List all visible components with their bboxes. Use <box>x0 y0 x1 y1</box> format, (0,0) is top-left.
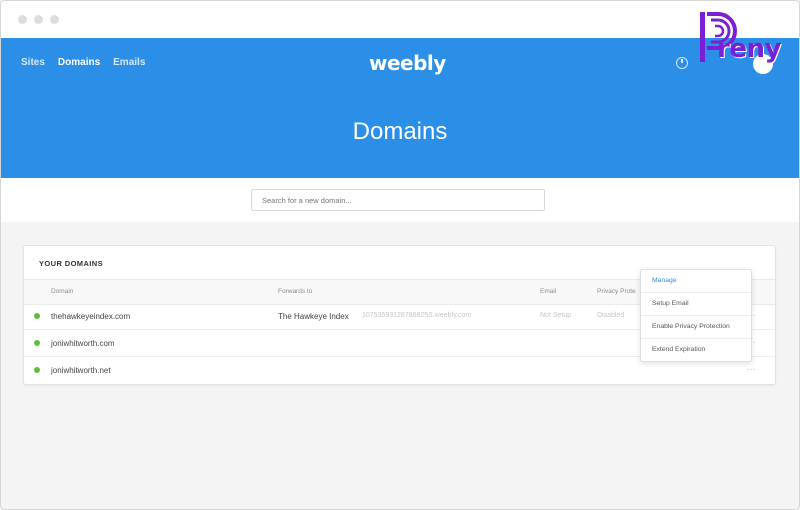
browser-window: Sites Domains Emails weebly Domains YOUR… <box>0 0 800 510</box>
clock-icon[interactable] <box>676 57 688 69</box>
nav-item-emails[interactable]: Emails <box>113 57 145 68</box>
menu-item-manage[interactable]: Manage <box>641 270 751 293</box>
section-title: YOUR DOMAINS <box>39 259 103 268</box>
menu-item-extend-expiration[interactable]: Extend Expiration <box>641 339 751 361</box>
domain-name[interactable]: thehawkeyeindex.com <box>51 312 130 321</box>
window-maximize-dot[interactable] <box>50 15 59 24</box>
domain-name[interactable]: joniwhitworth.com <box>51 339 115 348</box>
watermark-text: reny <box>717 34 781 64</box>
column-header-domain: Domain <box>51 288 74 295</box>
nav-item-domains[interactable]: Domains <box>58 57 100 68</box>
domain-search-input[interactable] <box>251 189 545 211</box>
more-options-icon[interactable]: … <box>746 362 757 373</box>
search-bar-area <box>1 178 799 222</box>
status-dot-icon <box>34 367 40 373</box>
nav-item-sites[interactable]: Sites <box>21 57 45 68</box>
menu-item-enable-privacy[interactable]: Enable Privacy Protection <box>641 316 751 339</box>
column-header-privacy: Privacy Prote <box>597 288 636 295</box>
forwards-to-url: 10753593128786825S.weebly.com <box>362 312 472 319</box>
menu-item-setup-email[interactable]: Setup Email <box>641 293 751 316</box>
window-close-dot[interactable] <box>18 15 27 24</box>
window-chrome <box>1 1 799 38</box>
status-dot-icon <box>34 340 40 346</box>
domain-actions-menu: Manage Setup Email Enable Privacy Protec… <box>640 269 752 362</box>
column-header-email: Email <box>540 288 557 295</box>
email-status: Not Setup <box>540 312 572 319</box>
top-nav: Sites Domains Emails <box>21 57 145 68</box>
privacy-status: Disabled <box>597 312 625 319</box>
window-minimize-dot[interactable] <box>34 15 43 24</box>
forwards-to-site: The Hawkeye Index <box>278 312 349 321</box>
page-title: Domains <box>352 118 448 145</box>
domain-name[interactable]: joniwhitworth.net <box>51 366 111 375</box>
header-banner: Sites Domains Emails weebly Domains <box>1 38 799 178</box>
weebly-logo[interactable]: weebly <box>369 51 446 75</box>
status-dot-icon <box>34 313 40 319</box>
column-header-forwards: Forwards to <box>278 288 313 295</box>
